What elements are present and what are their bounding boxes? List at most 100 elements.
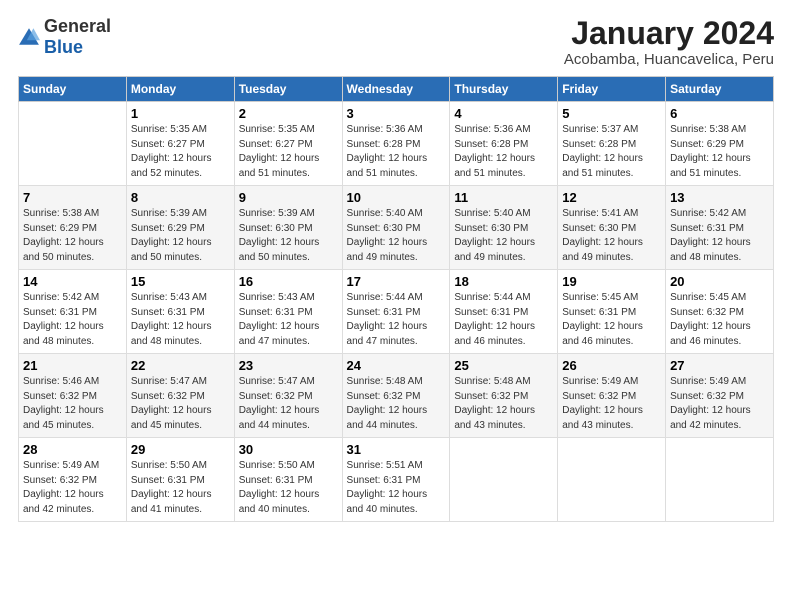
day-info: Sunrise: 5:36 AMSunset: 6:28 PMDaylight:… (347, 124, 428, 179)
day-cell: 20 Sunrise: 5:45 AMSunset: 6:32 PMDayligh… (666, 270, 774, 354)
day-cell: 13 Sunrise: 5:42 AMSunset: 6:31 PMDayligh… (666, 186, 774, 270)
day-info: Sunrise: 5:37 AMSunset: 6:28 PMDaylight:… (562, 124, 643, 179)
day-cell: 15 Sunrise: 5:43 AMSunset: 6:31 PMDayligh… (126, 270, 234, 354)
day-cell: 24 Sunrise: 5:48 AMSunset: 6:32 PMDayligh… (342, 354, 450, 438)
header: General Blue January 2024 Acobamba, Huan… (18, 16, 774, 68)
day-info: Sunrise: 5:40 AMSunset: 6:30 PMDaylight:… (347, 208, 428, 263)
day-cell: 19 Sunrise: 5:45 AMSunset: 6:31 PMDayligh… (558, 270, 666, 354)
day-cell: 11Sunrise: 5:40 AMSunset: 6:30 PMDayligh… (450, 186, 558, 270)
day-number: 4 (454, 106, 553, 121)
day-number: 30 (239, 442, 338, 457)
day-cell (666, 438, 774, 522)
day-number: 9 (239, 190, 338, 205)
day-cell: 6 Sunrise: 5:38 AMSunset: 6:29 PMDaylight… (666, 102, 774, 186)
day-info: Sunrise: 5:49 AMSunset: 6:32 PMDaylight:… (670, 376, 751, 431)
day-info: Sunrise: 5:48 AMSunset: 6:32 PMDaylight:… (454, 376, 535, 431)
day-info: Sunrise: 5:48 AMSunset: 6:32 PMDaylight:… (347, 376, 428, 431)
day-info: Sunrise: 5:45 AMSunset: 6:31 PMDaylight:… (562, 292, 643, 347)
day-number: 17 (347, 274, 446, 289)
day-info: Sunrise: 5:46 AMSunset: 6:32 PMDaylight:… (23, 376, 104, 431)
col-wednesday: Wednesday (342, 77, 450, 102)
subtitle: Acobamba, Huancavelica, Peru (564, 51, 774, 68)
day-number: 19 (562, 274, 661, 289)
col-tuesday: Tuesday (234, 77, 342, 102)
header-row: Sunday Monday Tuesday Wednesday Thursday… (19, 77, 774, 102)
day-cell: 26 Sunrise: 5:49 AMSunset: 6:32 PMDayligh… (558, 354, 666, 438)
day-cell: 27Sunrise: 5:49 AMSunset: 6:32 PMDayligh… (666, 354, 774, 438)
day-cell: 17 Sunrise: 5:44 AMSunset: 6:31 PMDayligh… (342, 270, 450, 354)
day-cell: 1Sunrise: 5:35 AMSunset: 6:27 PMDaylight… (126, 102, 234, 186)
day-cell: 21Sunrise: 5:46 AMSunset: 6:32 PMDayligh… (19, 354, 127, 438)
calendar-table: Sunday Monday Tuesday Wednesday Thursday… (18, 76, 774, 522)
day-number: 7 (23, 190, 122, 205)
week-row-4: 28 Sunrise: 5:49 AMSunset: 6:32 PMDayligh… (19, 438, 774, 522)
day-number: 22 (131, 358, 230, 373)
day-cell: 22Sunrise: 5:47 AMSunset: 6:32 PMDayligh… (126, 354, 234, 438)
col-thursday: Thursday (450, 77, 558, 102)
day-cell (450, 438, 558, 522)
day-cell: 23 Sunrise: 5:47 AMSunset: 6:32 PMDayligh… (234, 354, 342, 438)
day-number: 28 (23, 442, 122, 457)
day-number: 3 (347, 106, 446, 121)
day-info: Sunrise: 5:47 AMSunset: 6:32 PMDaylight:… (239, 376, 320, 431)
day-info: Sunrise: 5:44 AMSunset: 6:31 PMDaylight:… (454, 292, 535, 347)
day-number: 25 (454, 358, 553, 373)
day-cell: 8Sunrise: 5:39 AMSunset: 6:29 PMDaylight… (126, 186, 234, 270)
day-number: 18 (454, 274, 553, 289)
day-number: 12 (562, 190, 661, 205)
main-title: January 2024 (564, 16, 774, 51)
day-cell: 16 Sunrise: 5:43 AMSunset: 6:31 PMDayligh… (234, 270, 342, 354)
day-number: 20 (670, 274, 769, 289)
day-number: 16 (239, 274, 338, 289)
day-cell: 5 Sunrise: 5:37 AMSunset: 6:28 PMDaylight… (558, 102, 666, 186)
day-info: Sunrise: 5:36 AMSunset: 6:28 PMDaylight:… (454, 124, 535, 179)
day-number: 2 (239, 106, 338, 121)
day-number: 11 (454, 190, 553, 205)
day-info: Sunrise: 5:42 AMSunset: 6:31 PMDaylight:… (23, 292, 104, 347)
day-number: 5 (562, 106, 661, 121)
day-info: Sunrise: 5:38 AMSunset: 6:29 PMDaylight:… (670, 124, 751, 179)
day-number: 13 (670, 190, 769, 205)
day-cell: 2 Sunrise: 5:35 AMSunset: 6:27 PMDaylight… (234, 102, 342, 186)
day-cell: 14 Sunrise: 5:42 AMSunset: 6:31 PMDayligh… (19, 270, 127, 354)
day-info: Sunrise: 5:50 AMSunset: 6:31 PMDaylight:… (239, 460, 320, 515)
day-cell (19, 102, 127, 186)
day-info: Sunrise: 5:49 AMSunset: 6:32 PMDaylight:… (562, 376, 643, 431)
day-cell (558, 438, 666, 522)
day-number: 29 (131, 442, 230, 457)
day-number: 10 (347, 190, 446, 205)
day-info: Sunrise: 5:41 AMSunset: 6:30 PMDaylight:… (562, 208, 643, 263)
day-cell: 25 Sunrise: 5:48 AMSunset: 6:32 PMDayligh… (450, 354, 558, 438)
day-number: 15 (131, 274, 230, 289)
day-number: 31 (347, 442, 446, 457)
title-block: January 2024 Acobamba, Huancavelica, Per… (564, 16, 774, 68)
day-number: 6 (670, 106, 769, 121)
day-cell: 10 Sunrise: 5:40 AMSunset: 6:30 PMDayligh… (342, 186, 450, 270)
day-number: 26 (562, 358, 661, 373)
day-info: Sunrise: 5:49 AMSunset: 6:32 PMDaylight:… (23, 460, 104, 515)
day-info: Sunrise: 5:43 AMSunset: 6:31 PMDaylight:… (239, 292, 320, 347)
day-info: Sunrise: 5:35 AMSunset: 6:27 PMDaylight:… (239, 124, 320, 179)
day-info: Sunrise: 5:39 AMSunset: 6:30 PMDaylight:… (239, 208, 320, 263)
day-number: 14 (23, 274, 122, 289)
day-cell: 4 Sunrise: 5:36 AMSunset: 6:28 PMDaylight… (450, 102, 558, 186)
day-cell: 18 Sunrise: 5:44 AMSunset: 6:31 PMDayligh… (450, 270, 558, 354)
col-monday: Monday (126, 77, 234, 102)
week-row-0: 1Sunrise: 5:35 AMSunset: 6:27 PMDaylight… (19, 102, 774, 186)
logo: General Blue (18, 16, 111, 58)
logo-general: General (44, 16, 111, 36)
day-cell: 29 Sunrise: 5:50 AMSunset: 6:31 PMDayligh… (126, 438, 234, 522)
logo-icon (18, 26, 40, 48)
day-number: 23 (239, 358, 338, 373)
page: General Blue January 2024 Acobamba, Huan… (0, 0, 792, 532)
day-info: Sunrise: 5:44 AMSunset: 6:31 PMDaylight:… (347, 292, 428, 347)
day-number: 24 (347, 358, 446, 373)
week-row-1: 7 Sunrise: 5:38 AMSunset: 6:29 PMDaylight… (19, 186, 774, 270)
day-info: Sunrise: 5:43 AMSunset: 6:31 PMDaylight:… (131, 292, 212, 347)
day-info: Sunrise: 5:38 AMSunset: 6:29 PMDaylight:… (23, 208, 104, 263)
day-info: Sunrise: 5:50 AMSunset: 6:31 PMDaylight:… (131, 460, 212, 515)
day-cell: 12 Sunrise: 5:41 AMSunset: 6:30 PMDayligh… (558, 186, 666, 270)
day-info: Sunrise: 5:51 AMSunset: 6:31 PMDaylight:… (347, 460, 428, 515)
day-info: Sunrise: 5:42 AMSunset: 6:31 PMDaylight:… (670, 208, 751, 263)
day-info: Sunrise: 5:45 AMSunset: 6:32 PMDaylight:… (670, 292, 751, 347)
